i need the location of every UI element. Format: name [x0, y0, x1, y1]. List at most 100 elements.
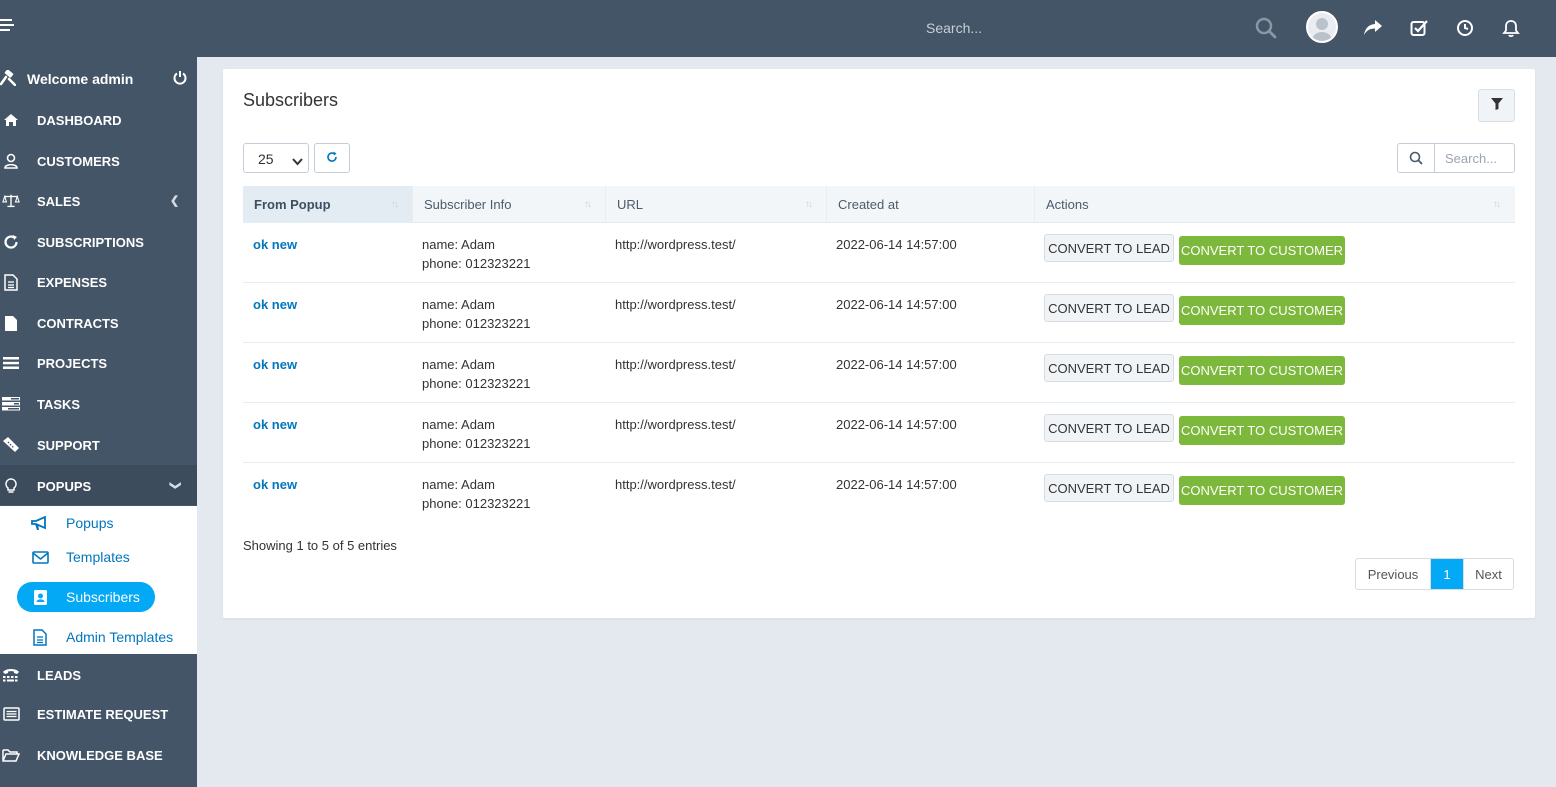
sidebar-item-popups[interactable]: POPUPS ❮	[0, 465, 197, 505]
search-icon[interactable]	[1253, 15, 1279, 41]
chevron-down-icon: ❮	[169, 480, 182, 491]
bell-icon[interactable]	[1498, 15, 1524, 41]
sidebar-item-subscriptions[interactable]: SUBSCRIPTIONS	[0, 221, 197, 261]
folder-open-icon	[2, 746, 20, 764]
sidebar-item-leads[interactable]: LEADS	[0, 654, 197, 694]
sidebar-item-projects[interactable]: PROJECTS	[0, 342, 197, 382]
sidebar-item-label: POPUPS	[37, 479, 92, 494]
clock-icon[interactable]	[1452, 15, 1478, 41]
user-avatar[interactable]	[1306, 11, 1338, 43]
convert-to-lead-button[interactable]: CONVERT TO LEAD	[1044, 294, 1174, 322]
list-alt-icon	[2, 705, 20, 723]
submenu-item-popups[interactable]: Popups	[17, 508, 155, 538]
sidebar-item-label: SUBSCRIPTIONS	[37, 235, 144, 250]
subscriber-info: name: Adam phone: 012323221	[422, 235, 530, 273]
submenu-label: Subscribers	[66, 589, 140, 605]
table-info: Showing 1 to 5 of 5 entries	[243, 538, 397, 553]
sidebar-item-label: EXPENSES	[37, 275, 108, 290]
pagination: Previous 1 Next	[1355, 558, 1514, 590]
home-icon	[2, 111, 20, 129]
sidebar-item-tasks[interactable]: TASKS	[0, 383, 197, 423]
convert-to-customer-button[interactable]: CONVERT TO CUSTOMER	[1179, 236, 1345, 265]
popup-link[interactable]: ok new	[253, 475, 297, 494]
column-header-url[interactable]: URL ↑↓	[605, 186, 826, 223]
reload-button[interactable]	[314, 143, 350, 173]
sidebar-item-support[interactable]: SUPPORT	[0, 424, 197, 464]
submenu-item-admin-templates[interactable]: Admin Templates	[17, 622, 173, 652]
gavel-icon	[0, 69, 17, 89]
subscriber-name: name: Adam	[422, 237, 495, 252]
convert-to-lead-button[interactable]: CONVERT TO LEAD	[1044, 414, 1174, 442]
url-cell: http://wordpress.test/	[615, 477, 736, 492]
table-header: From Popup ↑↓ Subscriber Info ↑↓ URL ↑↓ …	[243, 186, 1515, 223]
page-length-value: 25	[258, 151, 274, 167]
table-search-input[interactable]	[1434, 143, 1515, 173]
check-square-icon[interactable]	[1406, 15, 1432, 41]
next-page-button[interactable]: Next	[1463, 559, 1513, 589]
popup-link[interactable]: ok new	[253, 235, 297, 254]
sidebar-item-sales[interactable]: SALES ❮	[0, 180, 197, 220]
share-icon[interactable]	[1360, 15, 1386, 41]
sort-icon: ↑↓	[1493, 199, 1501, 210]
top-navbar	[0, 0, 1556, 57]
table-search-icon	[1397, 143, 1435, 173]
address-book-icon	[31, 588, 49, 606]
sidebar-item-label: SALES	[37, 194, 81, 209]
welcome-header: Welcome admin	[0, 57, 197, 99]
sort-icon: ↑↓	[584, 199, 592, 210]
menu-icon[interactable]	[0, 19, 14, 33]
refresh-icon	[2, 233, 20, 251]
sidebar-item-customers[interactable]: CUSTOMERS	[0, 140, 197, 180]
subscriber-info: name: Adam phone: 012323221	[422, 415, 530, 453]
table-row: ok new name: Adam phone: 012323221 http:/…	[243, 343, 1515, 403]
filter-button[interactable]	[1478, 89, 1515, 122]
convert-to-customer-button[interactable]: CONVERT TO CUSTOMER	[1179, 296, 1345, 325]
convert-to-customer-button[interactable]: CONVERT TO CUSTOMER	[1179, 416, 1345, 445]
page-length-select[interactable]: 25	[243, 143, 309, 173]
sidebar-item-estimate-request[interactable]: ESTIMATE REQUEST	[0, 693, 197, 733]
sidebar-item-contracts[interactable]: CONTRACTS	[0, 302, 197, 342]
subscribers-panel: Subscribers 25 From Popup ↑↓ Subscriber …	[223, 69, 1535, 618]
chevron-down-icon	[292, 153, 303, 169]
sidebar-item-knowledge-base[interactable]: KNOWLEDGE BASE	[0, 734, 197, 774]
filter-icon	[1490, 98, 1503, 113]
page-1-button[interactable]: 1	[1431, 559, 1463, 589]
subscriber-phone: phone: 012323221	[422, 316, 531, 331]
popup-link[interactable]: ok new	[253, 355, 297, 374]
column-label: From Popup	[254, 197, 331, 212]
sidebar-item-expenses[interactable]: EXPENSES	[0, 261, 197, 301]
sidebar-item-label: TASKS	[37, 397, 81, 412]
url-cell: http://wordpress.test/	[615, 297, 736, 312]
convert-to-lead-button[interactable]: CONVERT TO LEAD	[1044, 474, 1174, 502]
popup-link[interactable]: ok new	[253, 415, 297, 434]
submenu-item-templates[interactable]: Templates	[17, 542, 155, 572]
table-row: ok new name: Adam phone: 012323221 http:/…	[243, 223, 1515, 283]
convert-to-lead-button[interactable]: CONVERT TO LEAD	[1044, 354, 1174, 382]
column-header-created-at[interactable]: Created at	[826, 186, 1034, 223]
subscriber-name: name: Adam	[422, 297, 495, 312]
sort-icon: ↑↓	[391, 199, 399, 210]
url-cell: http://wordpress.test/	[615, 237, 736, 252]
submenu-item-subscribers[interactable]: Subscribers	[17, 582, 155, 612]
sidebar-item-dashboard[interactable]: DASHBOARD	[0, 99, 197, 139]
user-icon	[2, 152, 20, 170]
bars-icon	[2, 354, 20, 372]
subscriber-phone: phone: 012323221	[422, 256, 531, 271]
convert-to-customer-button[interactable]: CONVERT TO CUSTOMER	[1179, 356, 1345, 385]
subscriber-name: name: Adam	[422, 417, 495, 432]
convert-to-customer-button[interactable]: CONVERT TO CUSTOMER	[1179, 476, 1345, 505]
sort-icon: ↑↓	[805, 199, 813, 210]
column-header-from-popup[interactable]: From Popup ↑↓	[243, 186, 412, 223]
convert-to-lead-button[interactable]: CONVERT TO LEAD	[1044, 234, 1174, 262]
subscriber-phone: phone: 012323221	[422, 436, 531, 451]
submenu-label: Admin Templates	[66, 629, 174, 645]
sidebar-item-label: DASHBOARD	[37, 113, 122, 128]
global-search-input[interactable]	[918, 14, 1258, 42]
tty-icon	[2, 666, 20, 684]
table-row: ok new name: Adam phone: 012323221 http:/…	[243, 283, 1515, 343]
power-icon[interactable]	[173, 70, 187, 88]
popup-link[interactable]: ok new	[253, 295, 297, 314]
column-header-actions[interactable]: Actions ↑↓	[1034, 186, 1515, 223]
previous-page-button[interactable]: Previous	[1356, 559, 1431, 589]
column-header-subscriber-info[interactable]: Subscriber Info ↑↓	[412, 186, 605, 223]
